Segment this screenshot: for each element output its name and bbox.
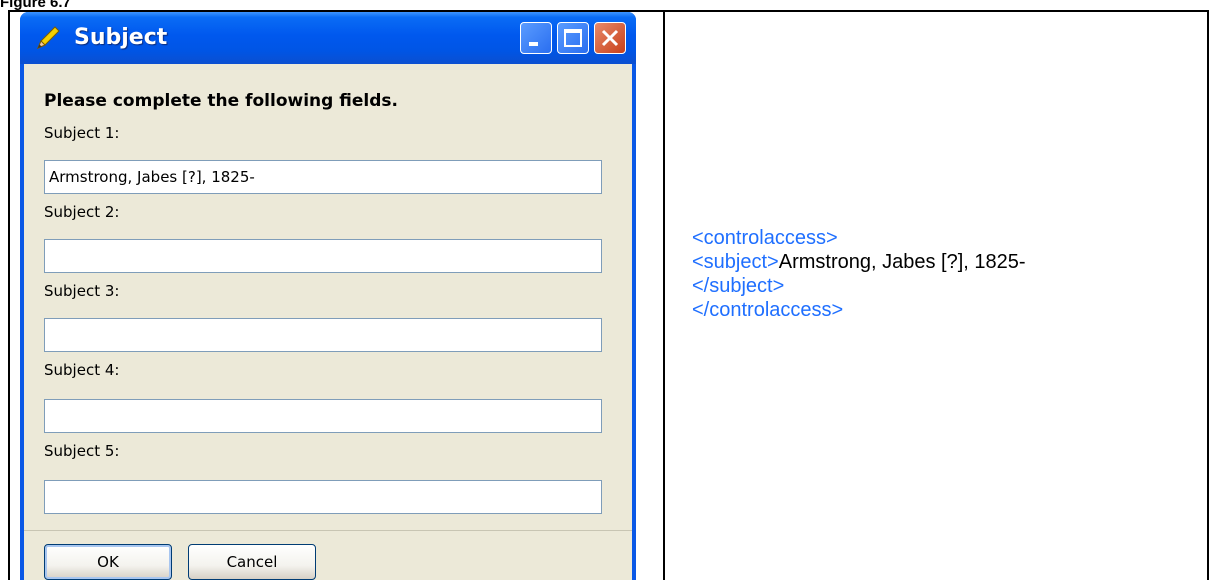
subject-3-label: Subject 3: (44, 282, 120, 300)
subject-1-input[interactable]: Armstrong, Jabes [?], 1825- (44, 160, 602, 194)
window-title: Subject (74, 25, 168, 50)
subject-4-input[interactable] (44, 399, 602, 433)
xml-snippet: <controlaccess> <subject>Armstrong, Jabe… (692, 226, 1026, 322)
pencil-icon (34, 24, 62, 52)
controlaccess-open-tag: <controlaccess> (692, 227, 838, 249)
subject-close-tag: </subject> (692, 275, 785, 297)
close-button[interactable] (594, 22, 626, 54)
subject-5-label: Subject 5: (44, 442, 120, 460)
subject-dialog: Subject Please complete the following fi… (20, 12, 636, 580)
subject-4-label: Subject 4: (44, 361, 120, 379)
controlaccess-close-tag: </controlaccess> (692, 299, 844, 321)
cancel-button[interactable]: Cancel (188, 544, 316, 580)
maximize-icon (564, 29, 582, 47)
dialog-body: Please complete the following fields. Su… (24, 64, 632, 580)
minimize-button[interactable] (520, 22, 552, 54)
subject-text: Armstrong, Jabes [?], 1825- (778, 251, 1026, 273)
minimize-icon (529, 42, 538, 46)
ok-button[interactable]: OK (44, 544, 172, 580)
form-heading: Please complete the following fields. (44, 91, 398, 111)
maximize-button[interactable] (557, 22, 589, 54)
subject-1-label: Subject 1: (44, 124, 120, 142)
close-icon (601, 29, 619, 47)
column-divider (663, 10, 665, 580)
title-bar[interactable]: Subject (20, 12, 636, 64)
subject-3-input[interactable] (44, 318, 602, 352)
subject-2-input[interactable] (44, 239, 602, 273)
subject-open-tag: <subject> (692, 251, 779, 273)
subject-5-input[interactable] (44, 480, 602, 514)
button-separator (24, 530, 632, 531)
subject-2-label: Subject 2: (44, 203, 120, 221)
